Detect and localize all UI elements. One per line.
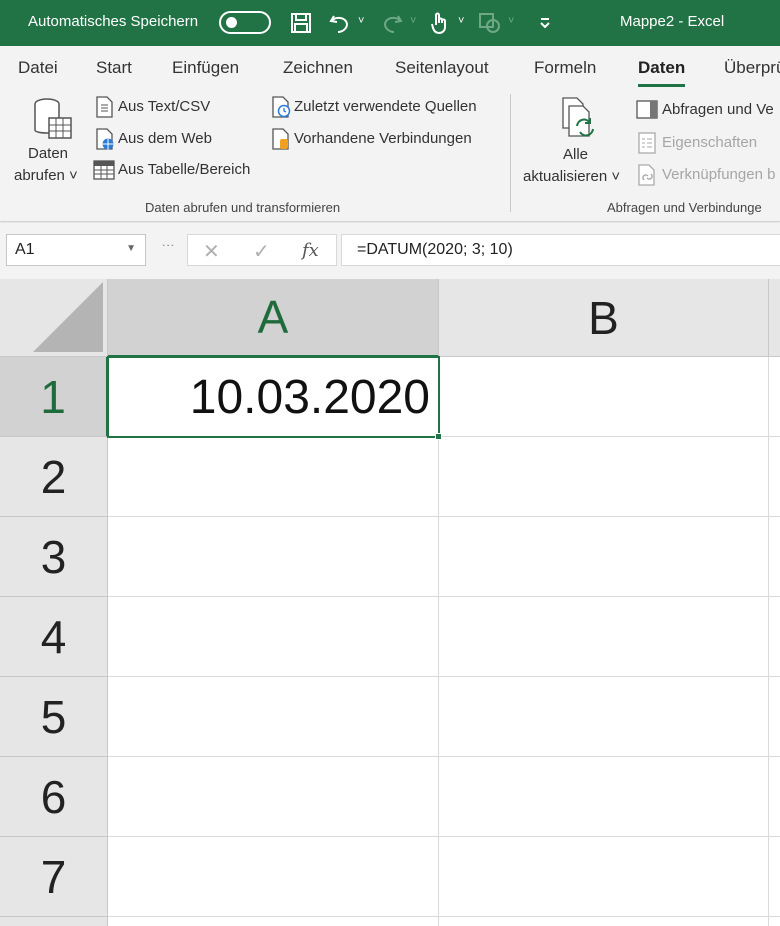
name-box-value: A1 xyxy=(15,241,35,258)
web-icon xyxy=(96,128,114,150)
cell-a1[interactable]: 10.03.2020 xyxy=(107,356,440,438)
tab-datei[interactable]: Datei xyxy=(18,58,58,78)
shapes-dropdown-icon[interactable]: ˅ xyxy=(508,15,514,27)
tab-zeichnen[interactable]: Zeichnen xyxy=(283,58,353,78)
queries-connections-icon xyxy=(636,100,658,119)
cell-a2[interactable] xyxy=(108,437,439,517)
cell-c4[interactable] xyxy=(769,597,780,677)
touch-dropdown-icon[interactable]: ˅ xyxy=(458,15,464,27)
cancel-icon[interactable]: ✕ xyxy=(203,239,220,264)
cell-b1[interactable] xyxy=(439,357,769,437)
database-icon xyxy=(34,98,72,139)
group-label-get-transform: Daten abrufen und transformieren xyxy=(145,200,341,215)
autosave-label: Automatisches Speichern xyxy=(28,13,199,30)
insert-function-icon[interactable]: fx xyxy=(302,240,319,261)
cell-a5[interactable] xyxy=(108,677,439,757)
redo-icon[interactable] xyxy=(378,9,406,37)
existing-connections-button[interactable]: Vorhandene Verbindungen xyxy=(294,130,472,147)
row-header-6[interactable]: 6 xyxy=(0,757,108,837)
cell-a7[interactable] xyxy=(108,837,439,917)
ribbon-daten: Daten abrufen ˅ Aus Text/CSV Aus dem Web… xyxy=(0,88,780,222)
cell-b3[interactable] xyxy=(439,517,769,597)
properties-button[interactable]: Eigenschaften xyxy=(662,134,757,151)
row-header-8[interactable] xyxy=(0,917,108,926)
cell-c7[interactable] xyxy=(769,837,780,917)
formula-bar: A1 ▼ ⋮ ✕ ✓ fx =DATUM(2020; 3; 10) xyxy=(0,223,780,279)
recent-sources-icon xyxy=(272,96,291,118)
enter-icon[interactable]: ✓ xyxy=(253,239,270,264)
column-header-a[interactable]: A xyxy=(108,279,439,357)
row-header-3[interactable]: 3 xyxy=(0,517,108,597)
row-header-4[interactable]: 4 xyxy=(0,597,108,677)
column-header-b[interactable]: B xyxy=(439,279,769,357)
shapes-icon[interactable] xyxy=(476,9,504,37)
tab-seitenlayout[interactable]: Seitenlayout xyxy=(395,58,489,78)
autosave-toggle[interactable] xyxy=(219,11,271,34)
group-label-queries: Abfragen und Verbindunge xyxy=(607,200,762,215)
edit-links-button[interactable]: Verknüpfungen b xyxy=(662,166,775,183)
queries-connections-button[interactable]: Abfragen und Ve xyxy=(662,101,774,118)
cell-c6[interactable] xyxy=(769,757,780,837)
undo-dropdown-icon[interactable]: ˅ xyxy=(358,15,364,27)
cell-b5[interactable] xyxy=(439,677,769,757)
cell-c1[interactable] xyxy=(769,357,780,437)
formula-bar-grip[interactable]: ⋮ xyxy=(161,239,176,253)
existing-connections-icon xyxy=(272,128,289,150)
refresh-icon xyxy=(562,97,594,137)
touch-mode-icon[interactable] xyxy=(425,9,453,37)
formula-buttons: ✕ ✓ fx xyxy=(187,234,337,266)
recent-sources-button[interactable]: Zuletzt verwendete Quellen xyxy=(294,98,477,115)
toggle-knob xyxy=(226,17,237,28)
cell-b7[interactable] xyxy=(439,837,769,917)
tab-start[interactable]: Start xyxy=(96,58,132,78)
title-bar: Automatisches Speichern ˅ ˅ ˅ ˅ Mappe2 -… xyxy=(0,0,780,46)
cell-a8[interactable] xyxy=(108,917,439,926)
worksheet-grid: A B 1 2 3 4 5 6 7 10.03.2020 xyxy=(0,279,780,926)
undo-icon[interactable] xyxy=(326,9,354,37)
cell-a6[interactable] xyxy=(108,757,439,837)
properties-icon xyxy=(638,132,656,154)
row-header-7[interactable]: 7 xyxy=(0,837,108,917)
tab-daten[interactable]: Daten xyxy=(638,58,686,87)
cell-b4[interactable] xyxy=(439,597,769,677)
cell-c5[interactable] xyxy=(769,677,780,757)
customize-qat-icon[interactable] xyxy=(531,9,559,37)
row-header-5[interactable]: 5 xyxy=(0,677,108,757)
cell-b2[interactable] xyxy=(439,437,769,517)
fill-handle[interactable] xyxy=(435,433,442,440)
cell-a4[interactable] xyxy=(108,597,439,677)
group-separator xyxy=(510,94,511,212)
cell-c2[interactable] xyxy=(769,437,780,517)
save-icon[interactable] xyxy=(287,9,315,37)
cell-b6[interactable] xyxy=(439,757,769,837)
tab-ueberpruefen[interactable]: Überprü xyxy=(724,58,780,78)
redo-dropdown-icon[interactable]: ˅ xyxy=(410,15,416,27)
get-data-label-1: Daten xyxy=(28,145,69,162)
row-header-1[interactable]: 1 xyxy=(0,357,108,437)
document-title: Mappe2 - Excel xyxy=(620,13,725,30)
from-web-button[interactable]: Aus dem Web xyxy=(118,130,212,147)
cell-c3[interactable] xyxy=(769,517,780,597)
cell-a3[interactable] xyxy=(108,517,439,597)
ribbon-tabs: Datei Start Einfügen Zeichnen Seitenlayo… xyxy=(0,46,780,88)
edit-links-icon xyxy=(638,164,655,186)
refresh-all-label-2: aktualisieren ˅ xyxy=(523,168,621,185)
table-icon xyxy=(93,160,115,180)
select-all-button[interactable] xyxy=(0,279,108,357)
tab-formeln[interactable]: Formeln xyxy=(534,58,596,78)
tab-einfuegen[interactable]: Einfügen xyxy=(172,58,239,78)
get-data-label-2: abrufen ˅ xyxy=(14,167,78,184)
from-text-csv-button[interactable]: Aus Text/CSV xyxy=(118,98,210,115)
refresh-all-label-1: Alle xyxy=(563,146,589,163)
cell-b8[interactable] xyxy=(439,917,769,926)
column-header-c[interactable] xyxy=(769,279,780,357)
chevron-down-icon[interactable]: ▼ xyxy=(126,243,136,254)
text-file-icon xyxy=(96,96,113,118)
formula-input[interactable]: =DATUM(2020; 3; 10) xyxy=(341,234,780,266)
row-header-2[interactable]: 2 xyxy=(0,437,108,517)
from-table-range-button[interactable]: Aus Tabelle/Bereich xyxy=(118,161,250,178)
name-box[interactable]: A1 ▼ xyxy=(6,234,146,266)
select-all-triangle xyxy=(33,282,103,352)
